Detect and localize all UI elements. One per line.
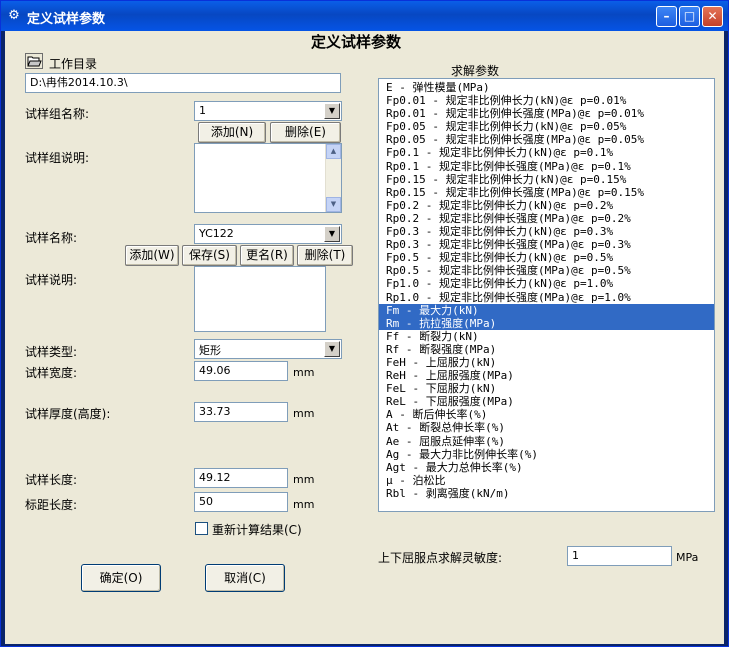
maximize-button[interactable]: □ — [679, 6, 700, 27]
width-label: 试样宽度: — [25, 366, 78, 380]
sample-add-button[interactable]: 添加(W) — [125, 245, 179, 266]
param-list-item[interactable]: ReL - 下屈服强度(MPa) — [379, 395, 714, 408]
param-list-item[interactable]: Rf - 断裂强度(MPa) — [379, 343, 714, 356]
param-list-item[interactable]: Rp0.01 - 规定非比例伸长强度(MPa)@ε p=0.01% — [379, 107, 714, 120]
param-list-item[interactable]: Ag - 最大力非比例伸长率(%) — [379, 448, 714, 461]
param-list-item[interactable]: Rp0.5 - 规定非比例伸长强度(MPa)@ε p=0.5% — [379, 264, 714, 277]
sample-type-value: 矩形 — [199, 344, 221, 357]
param-list-item[interactable]: Fp0.5 - 规定非比例伸长力(kN)@ε p=0.5% — [379, 251, 714, 264]
work-dir-label: 工作目录 — [49, 57, 98, 71]
chevron-down-icon[interactable]: ▼ — [324, 226, 340, 242]
group-desc-label: 试样组说明: — [25, 151, 90, 165]
close-button[interactable]: ✕ — [702, 6, 723, 27]
sensitivity-label: 上下屈服点求解灵敏度: — [378, 551, 503, 565]
sample-type-select[interactable]: 矩形 ▼ — [194, 339, 342, 359]
params-title: 求解参数 — [451, 64, 500, 78]
param-list-item[interactable]: Rp0.2 - 规定非比例伸长强度(MPa)@ε p=0.2% — [379, 212, 714, 225]
chevron-down-icon[interactable]: ▼ — [324, 103, 340, 119]
param-list-item[interactable]: Rp0.05 - 规定非比例伸长强度(MPa)@ε p=0.05% — [379, 133, 714, 146]
sample-save-button[interactable]: 保存(S) — [182, 245, 237, 266]
param-list-item[interactable]: Fp0.15 - 规定非比例伸长力(kN)@ε p=0.15% — [379, 173, 714, 186]
sample-type-label: 试样类型: — [25, 345, 78, 359]
chevron-down-icon[interactable]: ▼ — [324, 341, 340, 357]
dialog-window: ⚙ 定义试样参数 – □ ✕ 定义试样参数 工作目录 D:\冉伟2014.10.… — [0, 0, 729, 647]
thickness-input[interactable]: 33.73 — [194, 402, 288, 422]
param-list-item[interactable]: ReH - 上屈服强度(MPa) — [379, 369, 714, 382]
folder-open-icon[interactable] — [25, 53, 43, 69]
param-list-item[interactable]: Ae - 屈服点延伸率(%) — [379, 435, 714, 448]
work-dir-field[interactable]: D:\冉伟2014.10.3\ — [25, 73, 341, 93]
group-delete-button[interactable]: 删除(E) — [270, 122, 341, 143]
minimize-icon: – — [663, 9, 670, 23]
param-list-item[interactable]: Agt - 最大力总伸长率(%) — [379, 461, 714, 474]
sample-desc-textarea[interactable] — [194, 266, 326, 332]
group-name-select[interactable]: 1 ▼ — [194, 101, 342, 121]
param-list-item[interactable]: Fp0.05 - 规定非比例伸长力(kN)@ε p=0.05% — [379, 120, 714, 133]
scroll-up-icon[interactable]: ▲ — [326, 144, 341, 159]
param-list-item[interactable]: Fp0.01 - 规定非比例伸长力(kN)@ε p=0.01% — [379, 94, 714, 107]
sample-desc-label: 试样说明: — [25, 273, 78, 287]
gauge-length-label: 标距长度: — [25, 498, 78, 512]
param-list-item[interactable]: μ - 泊松比 — [379, 474, 714, 487]
window-title: 定义试样参数 — [27, 12, 106, 27]
param-list-item[interactable]: Rp0.15 - 规定非比例伸长强度(MPa)@ε p=0.15% — [379, 186, 714, 199]
minimize-button[interactable]: – — [656, 6, 677, 27]
ok-button[interactable]: 确定(O) — [81, 564, 161, 592]
param-list-item[interactable]: Fp0.3 - 规定非比例伸长力(kN)@ε p=0.3% — [379, 225, 714, 238]
params-listbox[interactable]: E - 弹性模量(MPa) Fp0.01 - 规定非比例伸长力(kN)@ε p=0… — [378, 78, 715, 512]
param-list-item[interactable]: FeL - 下屈服力(kN) — [379, 382, 714, 395]
width-unit: mm — [293, 366, 315, 379]
scroll-down-icon[interactable]: ▼ — [326, 197, 341, 212]
param-list-item[interactable]: Rp0.3 - 规定非比例伸长强度(MPa)@ε p=0.3% — [379, 238, 714, 251]
sample-name-value: YC122 — [199, 227, 234, 240]
close-icon: ✕ — [707, 9, 718, 23]
settings-icon: ⚙ — [8, 8, 20, 23]
param-list-item[interactable]: A - 断后伸长率(%) — [379, 408, 714, 421]
param-list-item[interactable]: Rp0.1 - 规定非比例伸长强度(MPa)@ε p=0.1% — [379, 160, 714, 173]
param-list-item[interactable]: Fp0.1 - 规定非比例伸长力(kN)@ε p=0.1% — [379, 146, 714, 159]
thickness-label: 试样厚度(高度): — [25, 407, 111, 421]
recalc-checkbox[interactable] — [195, 522, 208, 535]
param-list-item[interactable]: Fm - 最大力(kN) — [379, 303, 714, 317]
sensitivity-unit: MPa — [676, 551, 699, 564]
sensitivity-input[interactable]: 1 — [567, 546, 672, 566]
sample-delete-button[interactable]: 删除(T) — [297, 245, 353, 266]
param-list-item[interactable]: Fp0.2 - 规定非比例伸长力(kN)@ε p=0.2% — [379, 199, 714, 212]
recalc-label[interactable]: 重新计算结果(C) — [212, 521, 302, 538]
length-input[interactable]: 49.12 — [194, 468, 288, 488]
group-add-button[interactable]: 添加(N) — [198, 122, 266, 143]
param-list-item[interactable]: Ff - 断裂力(kN) — [379, 330, 714, 343]
gauge-length-unit: mm — [293, 498, 315, 511]
group-name-value: 1 — [199, 104, 206, 117]
width-input[interactable]: 49.06 — [194, 361, 288, 381]
sample-name-select[interactable]: YC122 ▼ — [194, 224, 342, 244]
maximize-icon: □ — [683, 9, 696, 23]
group-desc-textarea[interactable]: ▲ ▼ — [194, 143, 342, 213]
dialog-client: 定义试样参数 工作目录 D:\冉伟2014.10.3\ 试样组名称: 1 ▼ 添… — [5, 31, 724, 644]
thickness-unit: mm — [293, 407, 315, 420]
sample-name-label: 试样名称: — [25, 231, 78, 245]
length-unit: mm — [293, 473, 315, 486]
param-list-item[interactable]: At - 断裂总伸长率(%) — [379, 421, 714, 434]
group-name-label: 试样组名称: — [25, 107, 90, 121]
sample-rename-button[interactable]: 更名(R) — [240, 245, 294, 266]
length-label: 试样长度: — [25, 473, 78, 487]
param-list-item[interactable]: Rp1.0 - 规定非比例伸长强度(MPa)@ε p=1.0% — [379, 291, 714, 304]
param-list-item[interactable]: Rbl - 剥离强度(kN/m) — [379, 487, 714, 500]
dialog-heading: 定义试样参数 — [311, 33, 402, 51]
group-desc-scrollbar[interactable]: ▲ ▼ — [325, 144, 341, 212]
param-list-item[interactable]: Rm - 抗拉强度(MPa) — [379, 316, 714, 330]
param-list-item[interactable]: Fp1.0 - 规定非比例伸长力(kN)@ε p=1.0% — [379, 277, 714, 290]
param-list-item[interactable]: FeH - 上屈服力(kN) — [379, 356, 714, 369]
gauge-length-input[interactable]: 50 — [194, 492, 288, 512]
title-bar[interactable]: ⚙ 定义试样参数 – □ ✕ — [1, 1, 728, 31]
param-list-item[interactable]: E - 弹性模量(MPa) — [379, 81, 714, 94]
cancel-button[interactable]: 取消(C) — [205, 564, 285, 592]
